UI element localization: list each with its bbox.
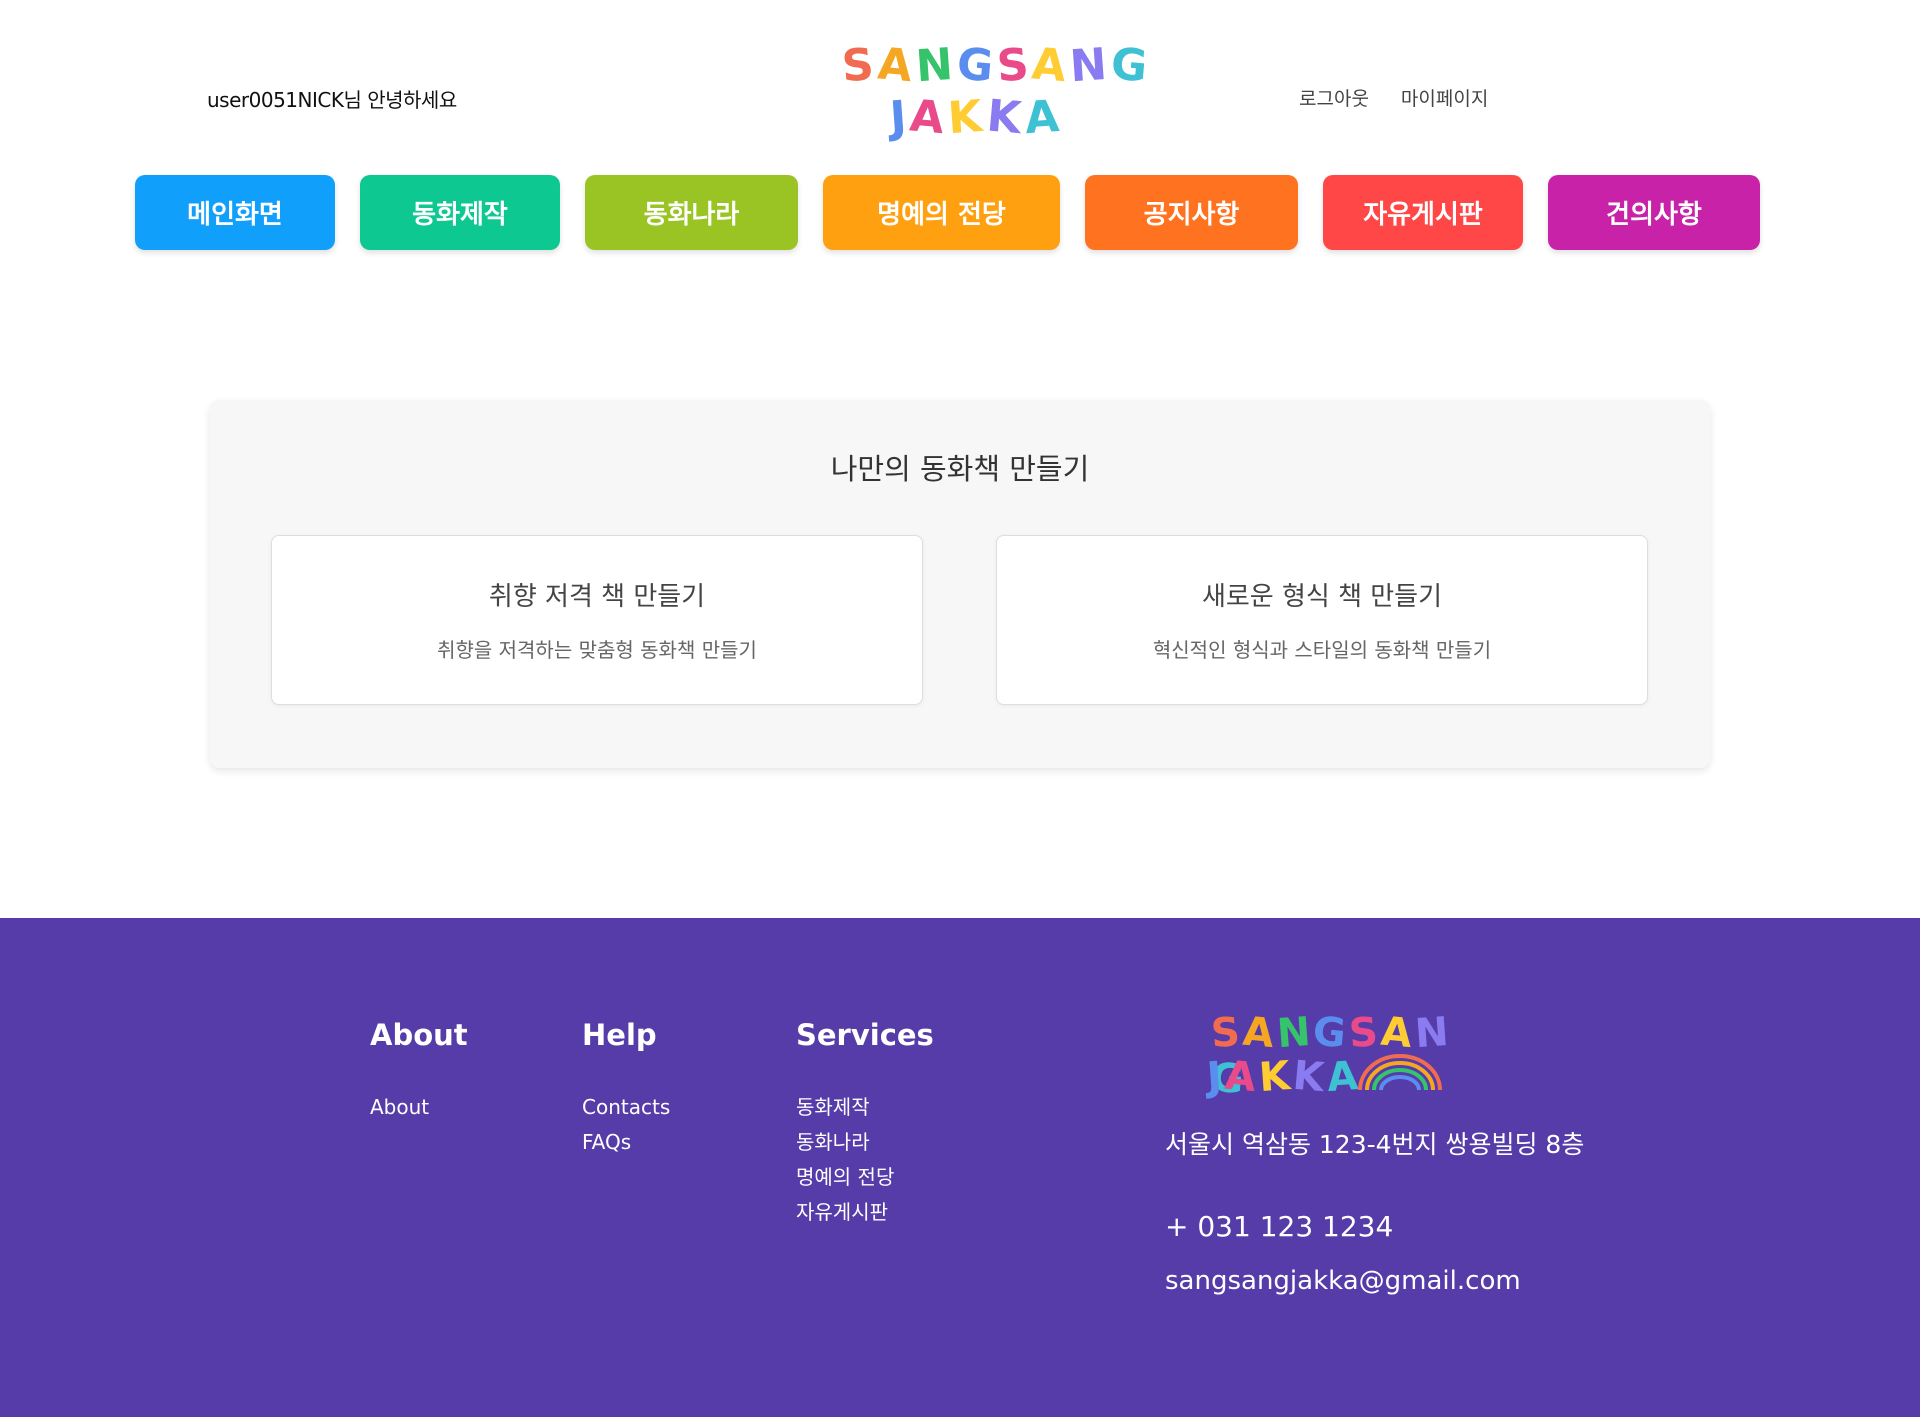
nav-main-button[interactable]: 메인화면	[135, 175, 335, 250]
footer-help-heading: Help	[582, 1018, 657, 1052]
footer-logo-letter: A	[1222, 1052, 1261, 1102]
footer-contacts-link[interactable]: Contacts	[582, 1090, 670, 1125]
footer-faqs-link[interactable]: FAQs	[582, 1125, 670, 1160]
logo-letter: N	[914, 38, 959, 93]
create-book-panel: 나만의 동화책 만들기 취향 저격 책 만들기 취향을 저격하는 맞춤형 동화책…	[210, 400, 1710, 768]
logo-letter: K	[946, 90, 989, 145]
header: user0051NICK님 안녕하세요 SANGSANG JAKKA 로그아웃 …	[0, 0, 1920, 160]
footer-services-column: Services 동화제작 동화나라 명예의 전당 자유게시판	[796, 1018, 934, 1230]
footer-address: 서울시 역삼동 123-4번지 쌍용빌딩 8층	[1165, 1130, 1585, 1159]
mypage-link[interactable]: 마이페이지	[1401, 84, 1488, 111]
footer-logo-letter: N	[1275, 1008, 1315, 1058]
nav-notice-button[interactable]: 공지사항	[1085, 175, 1298, 250]
footer-services-heading: Services	[796, 1018, 934, 1052]
footer-phone: + 031 123 1234	[1165, 1210, 1394, 1243]
logo-letter: K	[984, 90, 1027, 145]
footer-service-board-link[interactable]: 자유게시판	[796, 1195, 934, 1230]
rainbow-icon	[1358, 1054, 1442, 1091]
nav-suggestions-button[interactable]: 건의사항	[1548, 175, 1760, 250]
card-title: 취향 저격 책 만들기	[488, 582, 706, 612]
footer-logo-letter: A	[1240, 1008, 1279, 1058]
nav-free-board-button[interactable]: 자유게시판	[1323, 175, 1523, 250]
card-description: 취향을 저격하는 맞춤형 동화책 만들기	[437, 638, 757, 662]
footer: About About Help Contacts FAQs Services …	[0, 918, 1920, 1417]
logo-letter: A	[1022, 90, 1065, 145]
footer-logo-letter: N	[1413, 1008, 1453, 1058]
footer-logo-letter: A	[1378, 1008, 1417, 1058]
footer-service-fairyland-link[interactable]: 동화나라	[796, 1125, 934, 1160]
nav-hall-of-fame-button[interactable]: 명예의 전당	[823, 175, 1060, 250]
logo-letter: S	[994, 38, 1035, 93]
logo-letter: G	[954, 38, 999, 93]
footer-logo-letter: K	[1257, 1052, 1295, 1102]
logo-letter: A	[875, 38, 918, 93]
card-description: 혁신적인 형식과 스타일의 동화책 만들기	[1152, 638, 1492, 662]
footer-about-heading: About	[370, 1018, 468, 1052]
greeting-text: user0051NICK님 안녕하세요	[207, 88, 457, 112]
top-links: 로그아웃 마이페이지	[1299, 84, 1488, 111]
footer-service-create-link[interactable]: 동화제작	[796, 1090, 934, 1125]
footer-service-hall-link[interactable]: 명예의 전당	[796, 1160, 934, 1195]
footer-logo-letter: S	[1347, 1008, 1383, 1058]
footer-about-link[interactable]: About	[370, 1090, 468, 1125]
footer-logo: SANGSANG JAKKA	[1205, 1008, 1457, 1104]
logo-letter: A	[1030, 38, 1073, 93]
logo-letter: A	[908, 90, 951, 145]
footer-logo-letter: S	[1209, 1008, 1245, 1058]
footer-about-column: About About	[370, 1018, 468, 1125]
logo-letter: S	[840, 38, 880, 93]
sangsang-jakka-logo[interactable]: SANGSANG JAKKA	[838, 38, 1153, 152]
footer-logo-letter: G	[1311, 1008, 1352, 1058]
footer-logo-letter: K	[1290, 1052, 1329, 1102]
main-nav: 메인화면 동화제작 동화나라 명예의 전당 공지사항 자유게시판 건의사항	[0, 175, 1920, 250]
card-title: 새로운 형식 책 만들기	[1201, 582, 1443, 612]
logo-letter: G	[1109, 38, 1154, 93]
footer-help-column: Help Contacts FAQs	[582, 1018, 670, 1160]
nav-create-button[interactable]: 동화제작	[360, 175, 560, 250]
panel-title: 나만의 동화책 만들기	[830, 452, 1090, 486]
footer-email[interactable]: sangsangjakka@gmail.com	[1165, 1266, 1521, 1296]
new-format-book-card[interactable]: 새로운 형식 책 만들기 혁신적인 형식과 스타일의 동화책 만들기	[996, 535, 1648, 705]
taste-book-card[interactable]: 취향 저격 책 만들기 취향을 저격하는 맞춤형 동화책 만들기	[271, 535, 923, 705]
logo-letter: N	[1068, 38, 1114, 93]
nav-fairyland-button[interactable]: 동화나라	[585, 175, 798, 250]
logout-link[interactable]: 로그아웃	[1299, 84, 1369, 111]
